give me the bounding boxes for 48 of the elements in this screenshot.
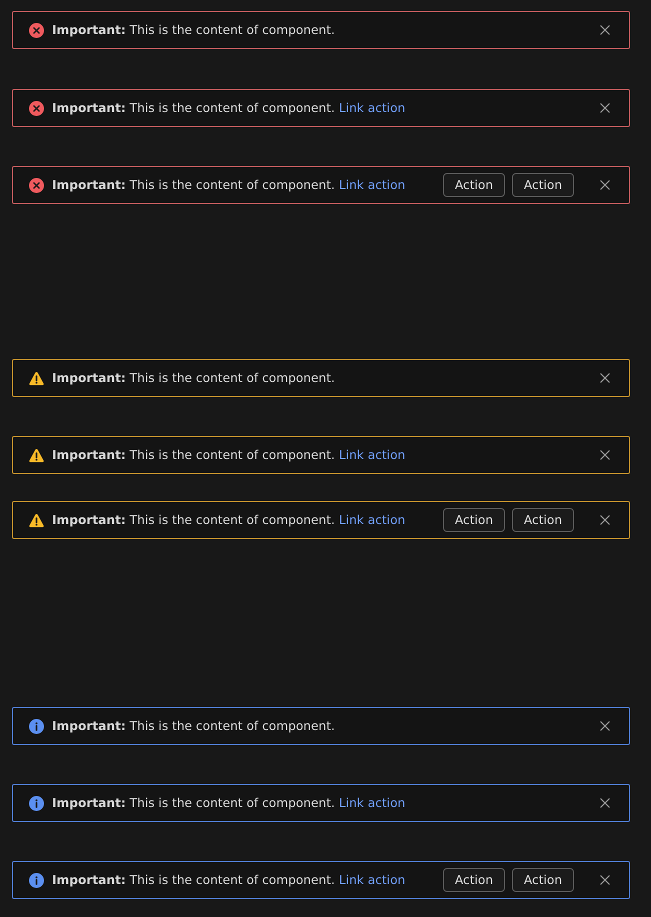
close-icon <box>600 25 610 35</box>
close-button[interactable] <box>598 371 612 385</box>
close-button[interactable] <box>598 796 612 810</box>
banner-message: Important: This is the content of component. <box>52 796 335 810</box>
banner-message: Important: This is the content of component. <box>52 23 335 37</box>
close-button[interactable] <box>598 448 612 462</box>
info-icon <box>29 796 44 810</box>
close-icon <box>600 450 610 460</box>
action-button[interactable]: Action <box>512 173 574 197</box>
link-action[interactable]: Link action <box>338 178 406 192</box>
action-button[interactable]: Action <box>443 173 505 197</box>
info-icon <box>29 718 44 734</box>
close-button[interactable] <box>598 513 612 527</box>
close-icon <box>600 798 610 808</box>
link-action[interactable]: Link action <box>338 873 406 887</box>
close-button[interactable] <box>598 101 612 115</box>
action-button[interactable]: Action <box>512 868 574 892</box>
close-icon <box>600 721 610 731</box>
warning-icon <box>29 370 44 386</box>
close-button[interactable] <box>598 719 612 733</box>
action-button[interactable]: Action <box>443 508 505 532</box>
close-icon <box>600 515 610 525</box>
close-icon <box>600 875 610 885</box>
banner-message: Important: This is the content of component. <box>52 873 335 887</box>
banner-message: Important: This is the content of component. <box>52 719 335 733</box>
error-icon <box>29 100 44 116</box>
link-action[interactable]: Link action <box>338 796 406 810</box>
close-button[interactable] <box>598 23 612 37</box>
close-icon <box>600 103 610 113</box>
banner-message: Important: This is the content of component. <box>52 101 335 115</box>
close-icon <box>600 373 610 383</box>
banner-message: Important: This is the content of component. <box>52 371 335 385</box>
error-icon <box>29 178 44 192</box>
warning-icon <box>29 448 44 462</box>
link-action[interactable]: Link action <box>338 101 406 115</box>
close-button[interactable] <box>598 873 612 887</box>
info-icon <box>29 872 44 888</box>
banner-message: Important: This is the content of component. <box>52 178 335 192</box>
close-icon <box>600 180 610 190</box>
close-button[interactable] <box>598 178 612 192</box>
link-action[interactable]: Link action <box>338 448 406 462</box>
action-button[interactable]: Action <box>512 508 574 532</box>
link-action[interactable]: Link action <box>338 513 406 527</box>
banner-message: Important: This is the content of component. <box>52 448 335 462</box>
error-icon <box>29 22 44 38</box>
warning-icon <box>29 512 44 528</box>
banner-message: Important: This is the content of component. <box>52 513 335 527</box>
action-button[interactable]: Action <box>443 868 505 892</box>
